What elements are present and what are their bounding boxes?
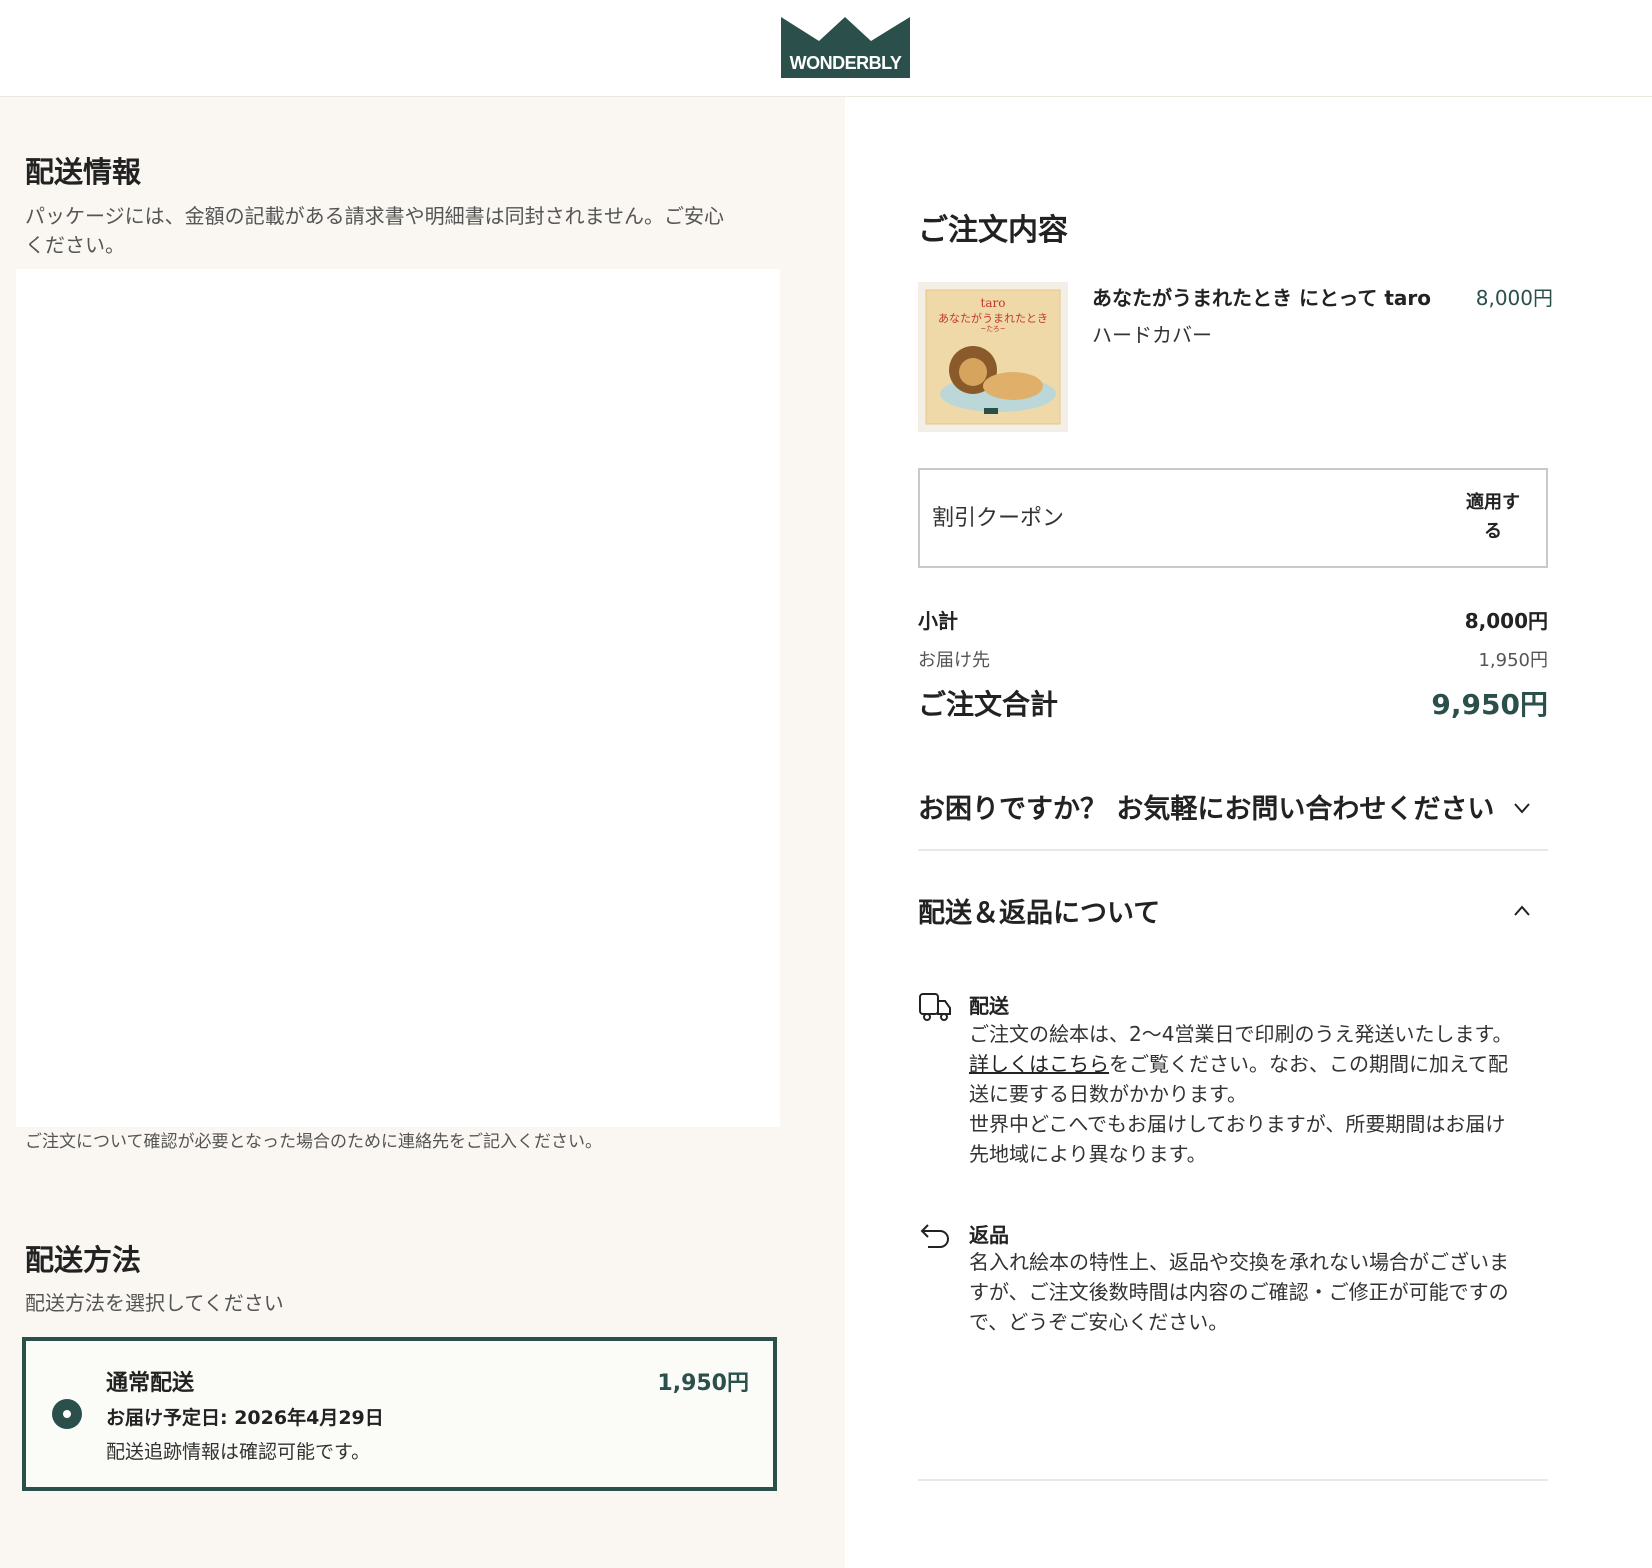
book-title: あなたがうまれたとき にとって taro (1092, 286, 1431, 310)
wonderbly-logo[interactable]: WONDERBLY (781, 17, 910, 78)
top-bar: WONDERBLY (0, 0, 1652, 97)
radio-selected[interactable] (52, 1399, 82, 1429)
shipping-note-line-1: パッケージには、金額の記載がある請求書や明細書は同封されません。ご安心 (25, 204, 724, 228)
coupon-box: 適用す る (918, 468, 1548, 568)
returns-line-2: すが、ご注文後数時間は内容のご確認・ご修正が可能ですの (969, 1280, 1509, 1304)
shipping-info-title: 配送情報 (25, 155, 142, 189)
shipping-info-note: パッケージには、金額の記載がある請求書や明細書は同封されません。ご安心 ください… (25, 202, 724, 260)
coupon-apply-label-2: る (1484, 521, 1502, 542)
chevron-down-icon (1514, 803, 1530, 814)
shipping-option-price: 1,950円 (657, 1371, 749, 1396)
delivery-title: 配送 (969, 994, 1009, 1018)
shipping-option-date: お届け予定日: 2026年4月29日 (106, 1407, 384, 1429)
book-price: 8,000円 (1475, 286, 1553, 310)
returns-line-3: で、どうぞご安心ください。 (969, 1310, 1229, 1334)
truck-icon (919, 993, 951, 1021)
returns-line-1: 名入れ絵本の特性上、返品や交換を承れない場合がございま (969, 1250, 1509, 1274)
book-cover-image: taro あなたがうまれたとき ~たろ~ (918, 282, 1068, 432)
book-cover-subtitle: ~たろ~ (980, 325, 1006, 333)
policy-accordion-title[interactable]: 配送＆返品について (918, 891, 1160, 930)
delivery-line-2: 詳しくはこちらをご覧ください。なお、この期間に加えて配 (969, 1049, 1539, 1079)
shipping-method-title: 配送方法 (25, 1243, 142, 1277)
delivery-line-2-rest: をご覧ください。なお、この期間に加えて配 (1109, 1052, 1508, 1076)
subtotal-label: 小計 (918, 609, 958, 633)
shipping-cost-label: お届け先 (918, 650, 990, 671)
order-summary-panel: ご注文内容 taro あなたがうまれたとき ~たろ~ あなたがうまれたとき にと… (845, 97, 1652, 1568)
delivery-text: ご注文の絵本は、2〜4営業日で印刷のうえ発送いたします。 詳しくはこちらをご覧く… (969, 1019, 1539, 1169)
contact-note: ご注文について確認が必要となった場合のために連絡先をご記入ください。 (25, 1132, 602, 1152)
chevron-up-icon[interactable] (1514, 903, 1530, 919)
return-arrow-icon (920, 1224, 949, 1248)
details-link[interactable]: 詳しくはこちら (969, 1052, 1109, 1076)
coupon-input[interactable] (932, 470, 1412, 566)
shipping-option-tracking: 配送追跡情報は確認可能です。 (106, 1441, 371, 1463)
coupon-apply-button[interactable]: 適用す る (1460, 488, 1526, 546)
total-value: 9,950円 (1431, 688, 1548, 721)
book-cover-name: taro (980, 296, 1006, 310)
returns-title: 返品 (969, 1223, 1009, 1247)
shipping-note-line-2: ください。 (25, 233, 125, 257)
coupon-apply-label-1: 適用す (1466, 492, 1520, 513)
book-format: ハードカバー (1092, 323, 1212, 347)
shipping-panel: 配送情報 パッケージには、金額の記載がある請求書や明細書は同封されません。ご安心… (0, 97, 845, 1568)
total-label: ご注文合計 (918, 688, 1059, 721)
logo-text: WONDERBLY (789, 53, 902, 73)
delivery-line-4: 世界中どこへでもお届けしておりますが、所要期間はお届け (969, 1112, 1506, 1136)
delivery-line-5: 先地域により異なります。 (969, 1142, 1207, 1166)
shipping-option-name: 通常配送 (106, 1371, 195, 1396)
shipping-option-standard[interactable]: 通常配送 お届け予定日: 2026年4月29日 配送追跡情報は確認可能です。 1… (22, 1337, 777, 1491)
returns-text: 名入れ絵本の特性上、返品や交換を承れない場合がございま すが、ご注文後数時間は内… (969, 1247, 1539, 1337)
address-form-area[interactable] (16, 269, 780, 1127)
delivery-line-3: 送に要する日数がかかります。 (969, 1082, 1247, 1106)
shipping-method-subtitle: 配送方法を選択してください (25, 1291, 284, 1315)
order-summary-title: ご注文内容 (918, 213, 1068, 248)
subtotal-value: 8,000円 (1464, 609, 1548, 633)
help-accordion[interactable]: お困りですか？ お気軽にお問い合わせください (918, 745, 1548, 851)
delivery-line-1: ご注文の絵本は、2〜4営業日で印刷のうえ発送いたします。 (969, 1022, 1513, 1046)
shipping-cost-value: 1,950円 (1478, 650, 1548, 671)
help-accordion-title: お困りですか？ お気軽にお問い合わせください (918, 794, 1495, 825)
